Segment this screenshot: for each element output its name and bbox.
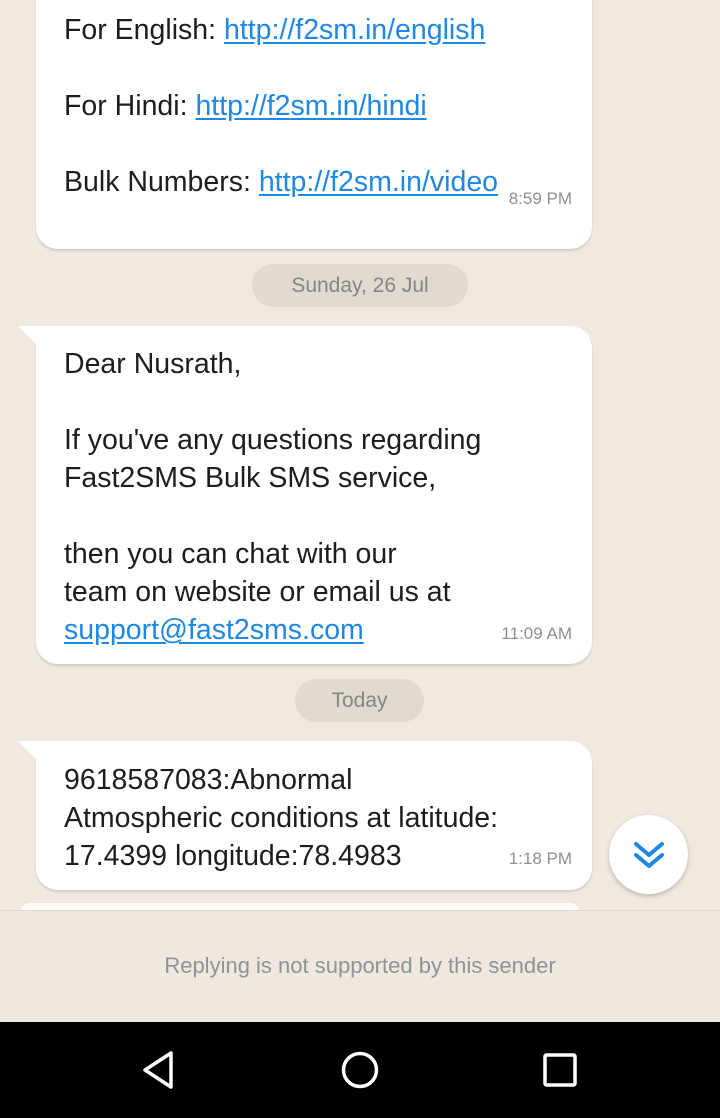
message-line: team on website or email us at xyxy=(64,576,451,608)
date-separator: Sunday, 26 Jul xyxy=(252,264,468,307)
link-label: Bulk Numbers: xyxy=(64,166,259,198)
link-hindi[interactable]: http://f2sm.in/hindi xyxy=(195,90,426,122)
message-line: 17.4399 longitude:78.4983 xyxy=(64,840,402,872)
square-recents-icon xyxy=(543,1053,577,1087)
link-video[interactable]: http://f2sm.in/video xyxy=(259,166,498,198)
message-line: Atmospheric conditions at latitude: xyxy=(64,802,499,834)
reply-not-supported-text: Replying is not supported by this sender xyxy=(164,953,556,978)
double-chevron-down-icon xyxy=(633,841,664,868)
message-line: Dear Nusrath, xyxy=(64,348,242,380)
message-line: Fast2SMS Bulk SMS service, xyxy=(64,462,437,494)
link-label: For English: xyxy=(64,14,224,46)
message-time: 11:09 AM xyxy=(501,624,572,643)
message-body: 9618587083:Abnormal Atmospheric conditio… xyxy=(64,761,498,875)
bubble-tail xyxy=(18,741,44,767)
message-time: 8:59 PM xyxy=(508,189,572,208)
reply-footer: Replying is not supported by this sender xyxy=(0,910,720,1022)
message-line: If you've any questions regarding xyxy=(64,424,482,456)
message-line: then you can chat with our xyxy=(64,538,397,570)
message-bubble-alert: 9618587083:Abnormal Atmospheric conditio… xyxy=(18,741,592,890)
nav-back-button[interactable] xyxy=(138,1048,182,1092)
message-line: For Hindi: http://f2sm.in/hindi xyxy=(64,87,498,125)
message-body: For English: http://f2sm.in/english For … xyxy=(64,11,498,201)
nav-home-button[interactable] xyxy=(338,1048,382,1092)
triangle-back-icon xyxy=(143,1051,173,1089)
partial-message-bubble xyxy=(20,903,580,910)
message-body: Dear Nusrath, If you've any questions re… xyxy=(64,345,481,649)
nav-recents-button[interactable] xyxy=(538,1048,582,1092)
chat-area[interactable]: For English: http://f2sm.in/english For … xyxy=(0,0,720,910)
scroll-to-bottom-button[interactable] xyxy=(609,815,688,894)
link-label: For Hindi: xyxy=(64,90,196,122)
message-line: Bulk Numbers: http://f2sm.in/video xyxy=(64,163,498,201)
circle-home-icon xyxy=(341,1051,379,1089)
date-separator: Today xyxy=(295,679,424,722)
system-navigation-bar xyxy=(0,1022,720,1118)
message-line: For English: http://f2sm.in/english xyxy=(64,11,498,49)
email-link[interactable]: support@fast2sms.com xyxy=(64,614,364,646)
message-line: 9618587083:Abnormal xyxy=(64,764,353,796)
link-english[interactable]: http://f2sm.in/english xyxy=(224,14,485,46)
message-bubble-links: For English: http://f2sm.in/english For … xyxy=(36,0,592,249)
message-bubble-support: Dear Nusrath, If you've any questions re… xyxy=(18,326,592,664)
message-time: 1:18 PM xyxy=(508,849,572,868)
bubble-tail xyxy=(18,326,44,352)
